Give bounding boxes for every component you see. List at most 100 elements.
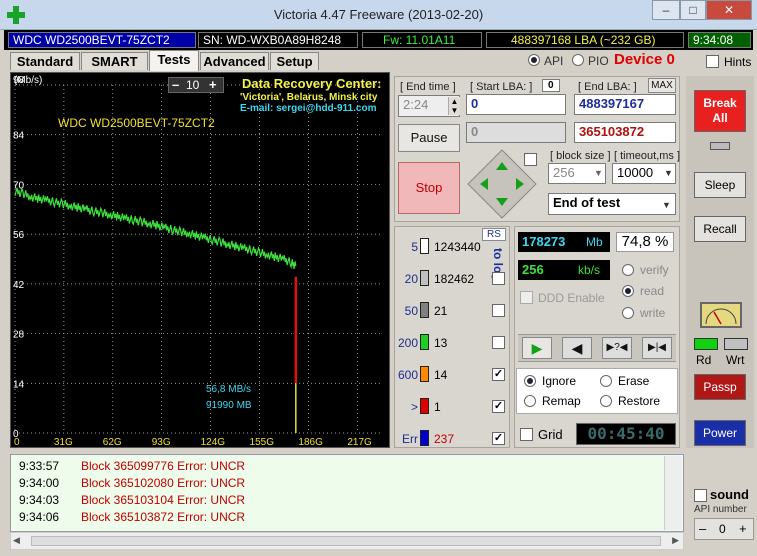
- start-lba-field[interactable]: 0: [466, 94, 566, 115]
- x-tick-label: 31G: [54, 437, 73, 448]
- read-led: [694, 338, 718, 350]
- restore-radio[interactable]: [600, 395, 612, 407]
- api-number-spinner[interactable]: – 0 +: [694, 518, 754, 540]
- tab-setup[interactable]: Setup: [270, 52, 319, 70]
- tab-standard[interactable]: Standard: [10, 52, 80, 70]
- close-button[interactable]: ✕: [706, 0, 752, 20]
- grid-checkbox[interactable]: [520, 428, 533, 441]
- mb-unit: Mb: [586, 235, 603, 249]
- recovery-location: 'Victoria', Belarus, Minsk city: [240, 92, 378, 103]
- log-time: 9:34:00: [19, 476, 60, 490]
- x-tick-label: 62G: [103, 437, 122, 448]
- restore-button[interactable]: □: [680, 0, 706, 20]
- api-number-value: 0: [719, 522, 726, 536]
- count-row-value: 1: [434, 400, 441, 414]
- restore-label: Restore: [618, 394, 661, 408]
- random-seek-icon[interactable]: ▶?◀: [602, 337, 632, 359]
- window-title: Victoria 4.47 Freeware (2013-02-20): [273, 7, 484, 22]
- erase-radio[interactable]: [600, 375, 612, 387]
- play-backward-icon[interactable]: ◀: [562, 337, 592, 359]
- chart-unit-label: (Mb/s): [14, 75, 43, 86]
- minimize-button[interactable]: –: [652, 0, 680, 20]
- rs-button[interactable]: RS: [482, 228, 506, 241]
- write-radio[interactable]: [622, 307, 634, 319]
- sound-checkbox[interactable]: [694, 489, 707, 502]
- play-forward-icon[interactable]: ▶: [522, 337, 552, 359]
- zoom-plus-button[interactable]: +: [209, 77, 217, 92]
- verify-label: verify: [640, 263, 669, 277]
- scroll-right-icon[interactable]: ▶: [672, 535, 679, 546]
- erase-label: Erase: [618, 374, 650, 388]
- speed-unit: kb/s: [578, 263, 601, 277]
- current-lba-grey: 0: [466, 122, 566, 143]
- sleep-button[interactable]: Sleep: [694, 172, 746, 198]
- y-tick-label: 42: [13, 280, 25, 291]
- read-radio[interactable]: [622, 285, 634, 297]
- count-row-value: 13: [434, 336, 448, 350]
- end-time-spinner[interactable]: ▲ ▼: [448, 97, 460, 115]
- start-lba-small[interactable]: 0: [542, 79, 560, 92]
- tab-tests[interactable]: Tests: [149, 50, 199, 71]
- recall-button[interactable]: Recall: [694, 216, 746, 242]
- y-tick-label: 56: [13, 230, 25, 241]
- count-row-threshold: >: [410, 400, 418, 414]
- log-scrollbar[interactable]: [664, 456, 682, 530]
- block-size-label: [ block size ]: [550, 150, 611, 162]
- zoom-minus-button[interactable]: –: [172, 77, 179, 92]
- x-tick-label: 186G: [298, 437, 323, 448]
- log-message: Block 365103872 Error: UNCR: [81, 510, 246, 524]
- log-message: Block 365102080 Error: UNCR: [81, 476, 246, 490]
- log-checkbox[interactable]: ✓: [492, 368, 505, 381]
- passp-button[interactable]: Passp: [694, 374, 746, 400]
- log-checkbox[interactable]: [492, 272, 505, 285]
- log-hscrollbar[interactable]: ◀ ▶: [10, 532, 684, 550]
- x-tick-label: 155G: [250, 437, 275, 448]
- api-number-minus[interactable]: –: [699, 521, 706, 536]
- event-log: 9:33:57 Block 365099776 Error: UNCR 9:34:0…: [10, 454, 684, 532]
- pad-checkbox[interactable]: [524, 153, 537, 166]
- speed-value: 256: [522, 262, 544, 277]
- api-number-plus[interactable]: +: [739, 521, 747, 536]
- max-lba-button[interactable]: MAX: [648, 78, 676, 93]
- log-message: Block 365103104 Error: UNCR: [81, 493, 246, 507]
- log-time: 9:34:03: [19, 493, 60, 507]
- ignore-radio[interactable]: [524, 375, 536, 387]
- current-lba-field: 365103872: [574, 122, 676, 143]
- log-checkbox[interactable]: ✓: [492, 432, 505, 445]
- log-checkbox[interactable]: [492, 304, 505, 317]
- break-all-button[interactable]: Break All: [694, 90, 746, 132]
- y-tick-label: 28: [13, 330, 25, 341]
- log-checkbox[interactable]: [492, 336, 505, 349]
- chevron-down-icon[interactable]: ▼: [660, 197, 673, 213]
- ddd-enable-checkbox[interactable]: [520, 291, 533, 304]
- api-number-label: API number: [694, 504, 747, 515]
- tab-smart[interactable]: SMART: [81, 52, 148, 70]
- count-row-value: 1243440: [434, 240, 481, 254]
- y-tick-label: 84: [13, 131, 25, 142]
- log-checkbox[interactable]: ✓: [492, 400, 505, 413]
- end-action-select[interactable]: End of test: [548, 193, 676, 215]
- count-row-value: 182462: [434, 272, 475, 286]
- tab-advanced[interactable]: Advanced: [200, 52, 269, 70]
- scroll-left-icon[interactable]: ◀: [13, 535, 20, 546]
- elapsed-timer: 00:45:40: [576, 423, 676, 445]
- read-led-label: Rd: [696, 353, 712, 367]
- mb-value: 178273: [522, 234, 566, 249]
- remap-radio[interactable]: [524, 395, 536, 407]
- chevron-down-icon[interactable]: ▼: [662, 165, 675, 182]
- y-tick-label: 14: [13, 379, 25, 390]
- scroll-thumb[interactable]: [31, 536, 661, 546]
- pio-radio[interactable]: [572, 54, 584, 66]
- stop-button[interactable]: Stop: [398, 162, 460, 214]
- end-lba-field[interactable]: 488397167: [574, 94, 676, 115]
- butterfly-icon[interactable]: ▶|◀: [642, 337, 672, 359]
- log-time: 9:34:06: [19, 510, 60, 524]
- api-radio[interactable]: [528, 54, 540, 66]
- verify-radio[interactable]: [622, 264, 634, 276]
- pause-button[interactable]: Pause: [398, 124, 460, 152]
- title-bar: Victoria 4.47 Freeware (2013-02-20) – □ …: [0, 0, 757, 30]
- power-button[interactable]: Power: [694, 420, 746, 446]
- chevron-down-icon[interactable]: ▼: [592, 165, 605, 182]
- hints-checkbox[interactable]: [706, 55, 719, 68]
- end-time-label: [ End time ]: [400, 81, 456, 93]
